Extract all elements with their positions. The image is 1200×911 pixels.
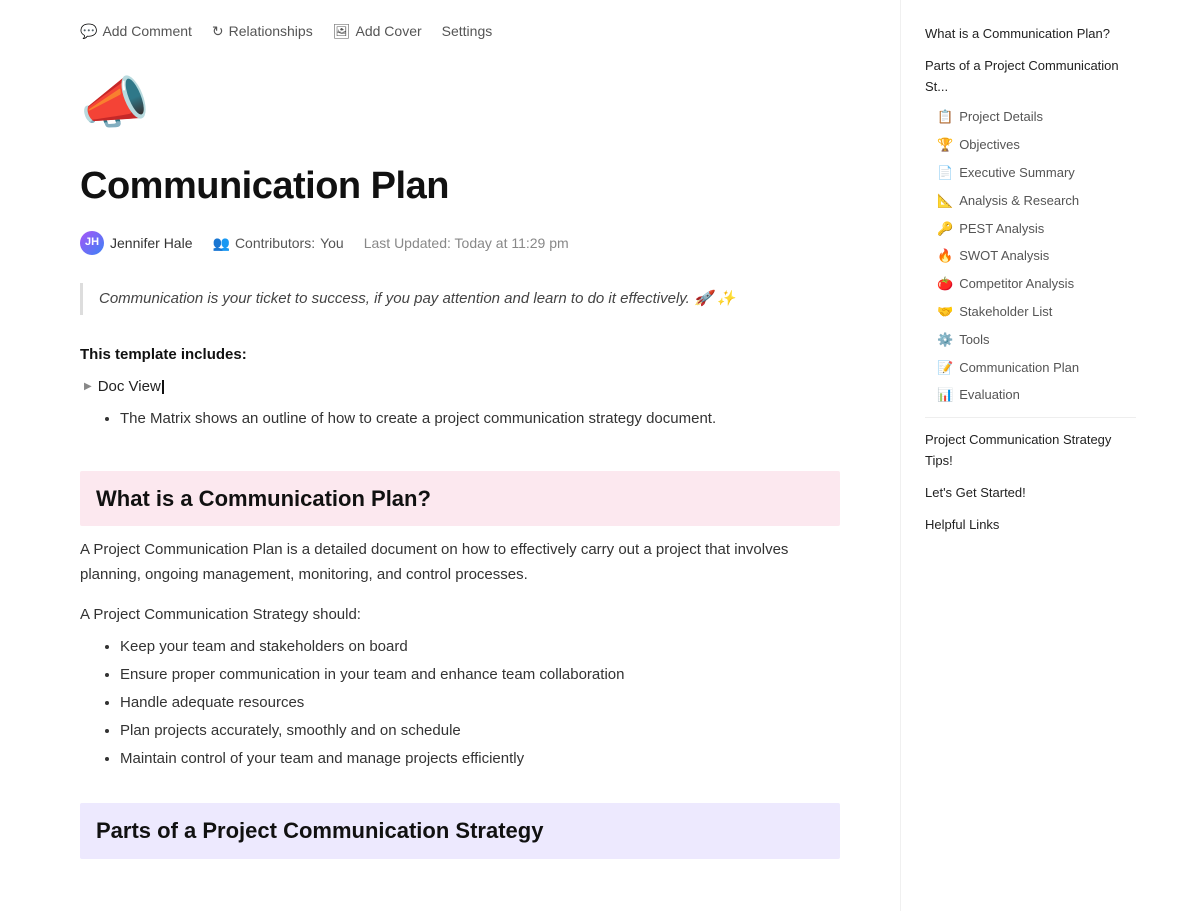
add-comment-button[interactable]: 💬 Add Comment xyxy=(80,20,192,42)
doc-view-label: Doc View xyxy=(98,375,164,399)
page-title: Communication Plan xyxy=(80,156,840,217)
sidebar-item-executive-summary[interactable]: 📄 Executive Summary xyxy=(917,160,1144,187)
swot-analysis-icon: 🔥 xyxy=(937,246,953,267)
list-item: The Matrix shows an outline of how to cr… xyxy=(120,407,840,431)
sidebar-item-communication-plan[interactable]: 📝 Communication Plan xyxy=(917,355,1144,382)
sidebar-item-pest-analysis[interactable]: 🔑 PEST Analysis xyxy=(917,216,1144,243)
sidebar-item-objectives[interactable]: 🏆 Objectives xyxy=(917,132,1144,159)
sidebar-item-tips[interactable]: Project Communication Strategy Tips! xyxy=(917,426,1144,476)
doc-view-row: ▶ Doc View xyxy=(84,375,840,399)
list-item: Maintain control of your team and manage… xyxy=(120,747,840,771)
list-item: Ensure proper communication in your team… xyxy=(120,663,840,687)
last-updated-field: Last Updated: Today at 11:29 pm xyxy=(364,232,569,254)
sidebar-item-competitor-analysis[interactable]: 🍅 Competitor Analysis xyxy=(917,271,1144,298)
template-section: This template includes: ▶ Doc View The M… xyxy=(80,343,840,431)
section1-heading: What is a Communication Plan? xyxy=(80,471,840,526)
stakeholder-list-icon: 🤝 xyxy=(937,302,953,323)
sidebar-item-what[interactable]: What is a Communication Plan? xyxy=(917,20,1144,49)
objectives-icon: 🏆 xyxy=(937,135,953,156)
list-item: Handle adequate resources xyxy=(120,691,840,715)
sidebar-divider xyxy=(925,417,1136,418)
project-details-icon: 📋 xyxy=(937,107,953,128)
sidebar-sub-items: 📋 Project Details 🏆 Objectives 📄 Executi… xyxy=(917,104,1144,409)
strategy-bullets: Keep your team and stakeholders on board… xyxy=(120,635,840,771)
avatar: JH xyxy=(80,231,104,255)
relationships-icon: ↻ xyxy=(212,20,224,42)
author-field[interactable]: JH Jennifer Hale xyxy=(80,231,193,255)
toolbar: 💬 Add Comment ↻ Relationships 🖼 Add Cove… xyxy=(80,20,840,42)
sidebar-item-project-details[interactable]: 📋 Project Details xyxy=(917,104,1144,131)
text-cursor xyxy=(162,380,164,394)
sidebar-item-parts[interactable]: Parts of a Project Communication St... xyxy=(917,52,1144,102)
page-icon: 📣 xyxy=(80,58,840,148)
sidebar-item-tools[interactable]: ⚙️ Tools xyxy=(917,327,1144,354)
pest-analysis-icon: 🔑 xyxy=(937,219,953,240)
analysis-research-icon: 📐 xyxy=(937,191,953,212)
contributors-label: Contributors: xyxy=(235,232,315,254)
relationships-button[interactable]: ↻ Relationships xyxy=(212,20,313,42)
contributors-value: You xyxy=(320,232,344,254)
settings-button[interactable]: Settings xyxy=(442,20,493,42)
triangle-icon: ▶ xyxy=(84,379,92,395)
main-content: 💬 Add Comment ↻ Relationships 🖼 Add Cove… xyxy=(0,0,900,911)
doc-view-bullets: The Matrix shows an outline of how to cr… xyxy=(120,407,840,431)
tools-icon: ⚙️ xyxy=(937,330,953,351)
sidebar-item-evaluation[interactable]: 📊 Evaluation xyxy=(917,382,1144,409)
list-item: Keep your team and stakeholders on board xyxy=(120,635,840,659)
executive-summary-icon: 📄 xyxy=(937,163,953,184)
competitor-analysis-icon: 🍅 xyxy=(937,274,953,295)
contributors-icon: 👥 xyxy=(213,232,230,254)
section-what-is: What is a Communication Plan? A Project … xyxy=(80,471,840,772)
section-parts: Parts of a Project Communication Strateg… xyxy=(80,803,840,858)
quote-block: Communication is your ticket to success,… xyxy=(80,283,840,315)
strategy-label: A Project Communication Strategy should: xyxy=(80,603,840,627)
contributors-field[interactable]: 👥 Contributors: You xyxy=(213,232,344,254)
comment-icon: 💬 xyxy=(80,20,97,42)
sidebar-item-started[interactable]: Let's Get Started! xyxy=(917,479,1144,508)
sidebar: What is a Communication Plan? Parts of a… xyxy=(900,0,1160,911)
sidebar-item-analysis-research[interactable]: 📐 Analysis & Research xyxy=(917,188,1144,215)
image-icon: 🖼 xyxy=(333,20,351,42)
communication-plan-icon: 📝 xyxy=(937,358,953,379)
add-cover-button[interactable]: 🖼 Add Cover xyxy=(333,20,422,42)
sidebar-item-links[interactable]: Helpful Links xyxy=(917,511,1144,540)
template-label: This template includes: xyxy=(80,343,840,367)
section2-heading: Parts of a Project Communication Strateg… xyxy=(80,803,840,858)
section1-body1: A Project Communication Plan is a detail… xyxy=(80,538,840,588)
meta-row: JH Jennifer Hale 👥 Contributors: You Las… xyxy=(80,231,840,255)
evaluation-icon: 📊 xyxy=(937,385,953,406)
sidebar-item-stakeholder-list[interactable]: 🤝 Stakeholder List xyxy=(917,299,1144,326)
list-item: Plan projects accurately, smoothly and o… xyxy=(120,719,840,743)
sidebar-item-swot-analysis[interactable]: 🔥 SWOT Analysis xyxy=(917,243,1144,270)
